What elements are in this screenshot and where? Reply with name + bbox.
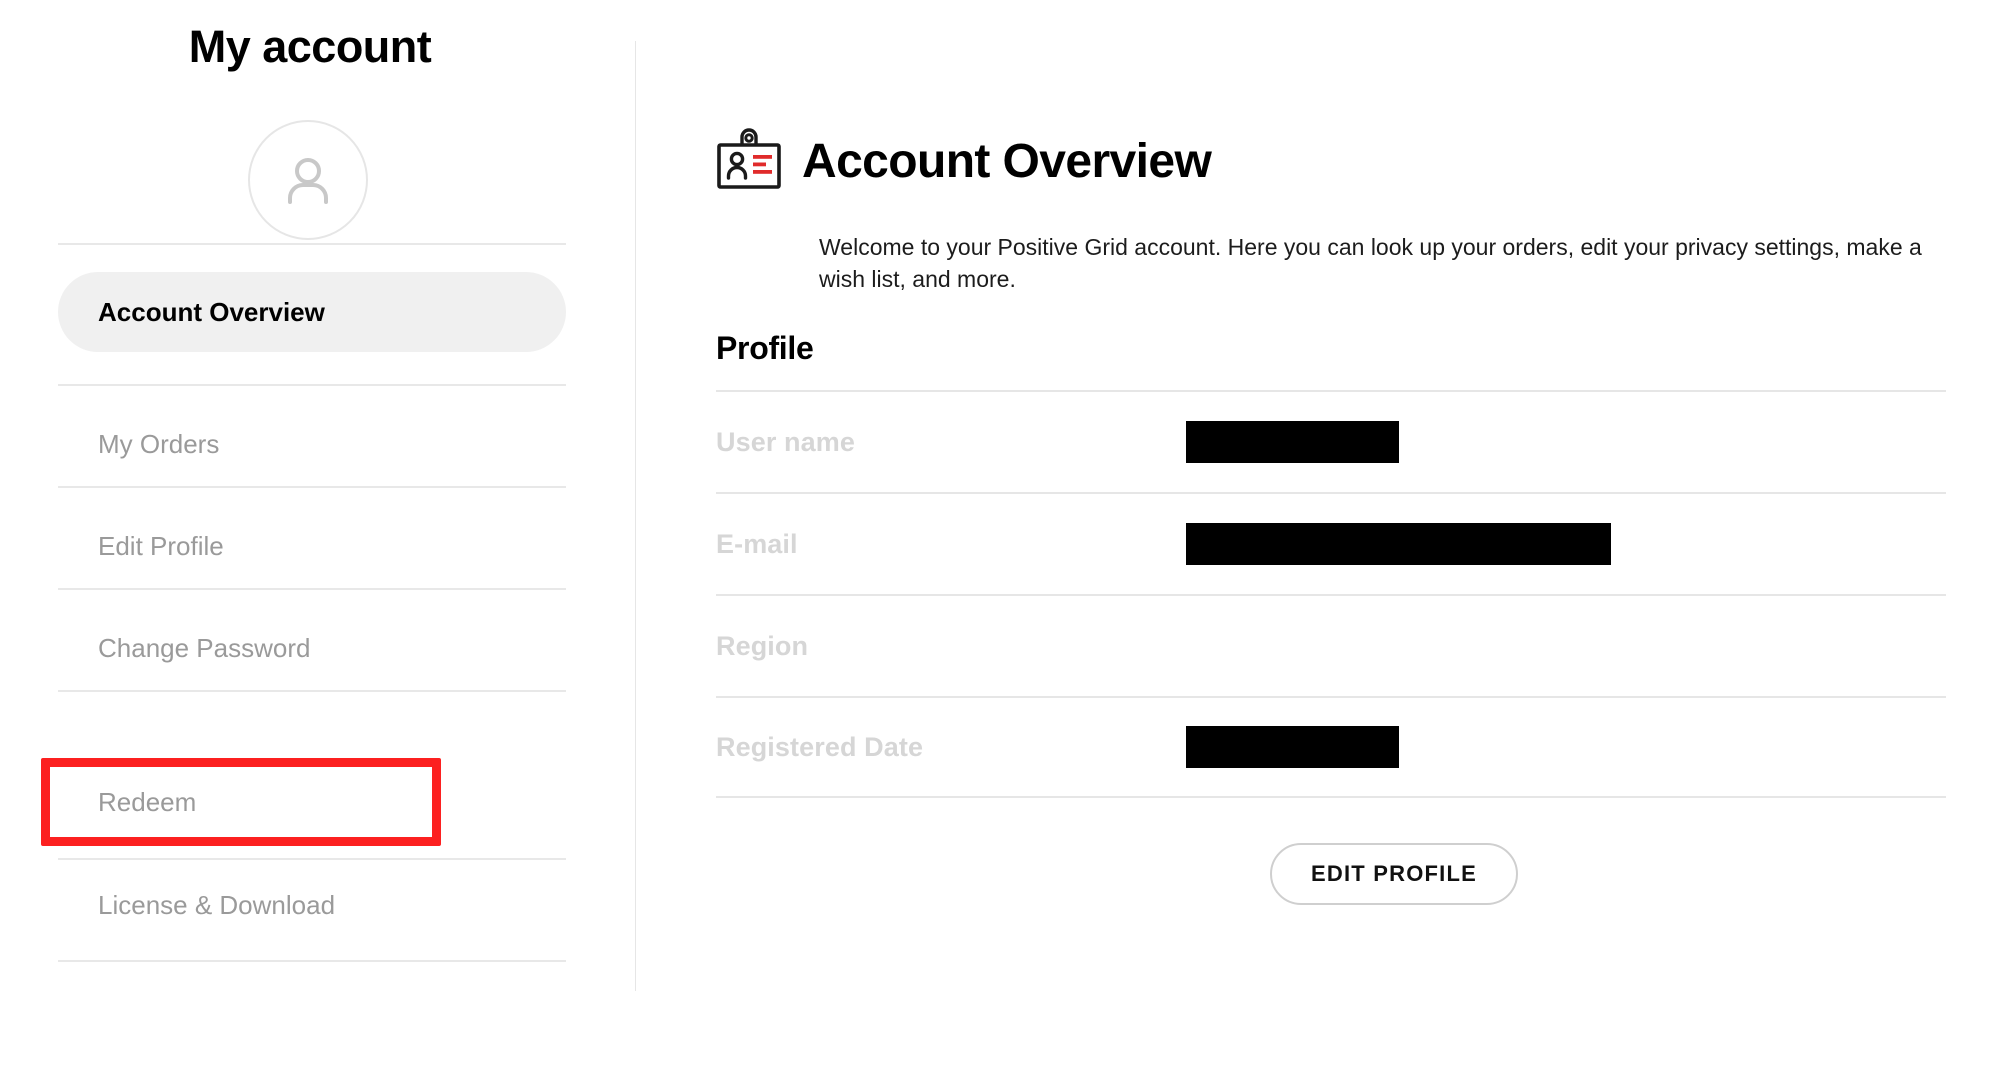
table-row: User name (716, 390, 1946, 492)
sidebar-item-change-password[interactable]: Change Password (58, 608, 566, 688)
sidebar-item-label: Account Overview (98, 296, 325, 327)
account-overview-description: Welcome to your Positive Grid account. H… (819, 234, 1922, 292)
profile-label-user-name: User name (716, 426, 855, 457)
main-content: Account Overview Welcome to your Positiv… (636, 0, 2008, 1080)
redacted-value (1186, 726, 1399, 768)
profile-label-region: Region (716, 630, 809, 661)
sidebar-divider (58, 588, 566, 590)
profile-value-email (1186, 523, 1946, 565)
profile-section-heading: Profile (716, 330, 814, 366)
sidebar-divider (58, 960, 566, 962)
sidebar-item-redeem[interactable]: Redeem (58, 762, 566, 842)
sidebar-divider (58, 243, 566, 245)
profile-value-registered-date (1186, 726, 1946, 768)
account-overview-title: Account Overview (802, 134, 1212, 188)
avatar (248, 120, 368, 240)
profile-table: User name E-mail Region Registered Date (716, 390, 1946, 798)
sidebar-item-label: Change Password (98, 632, 311, 663)
edit-profile-button[interactable]: EDIT PROFILE (1270, 843, 1518, 905)
sidebar-divider (58, 858, 566, 860)
sidebar-divider (58, 384, 566, 386)
sidebar-item-edit-profile[interactable]: Edit Profile (58, 506, 566, 586)
sidebar-item-label: Edit Profile (98, 530, 224, 561)
sidebar-divider (58, 486, 566, 488)
sidebar-item-license-and-download[interactable]: License & Download (58, 865, 566, 945)
sidebar-item-label: License & Download (98, 889, 336, 920)
redacted-value (1186, 421, 1399, 463)
table-row: Registered Date (716, 696, 1946, 798)
profile-value-user-name (1186, 421, 1946, 463)
redacted-value (1186, 523, 1611, 565)
profile-label-email: E-mail (716, 528, 798, 559)
sidebar-divider (58, 690, 566, 692)
sidebar-item-label: My Orders (98, 428, 220, 459)
sidebar-item-account-overview[interactable]: Account Overview (58, 272, 566, 352)
id-badge-icon (716, 128, 782, 195)
account-overview-header: Account Overview (716, 128, 1212, 195)
person-avatar-icon (276, 148, 340, 212)
sidebar-item-my-orders[interactable]: My Orders (58, 404, 566, 484)
profile-label-registered-date: Registered Date (716, 731, 924, 762)
page-title-my-account: My account (188, 21, 432, 72)
sidebar-item-label: Redeem (98, 786, 197, 817)
sidebar: My account Account Overview My Orders Ed… (0, 0, 636, 1080)
table-row: Region (716, 594, 1946, 696)
table-row: E-mail (716, 492, 1946, 594)
